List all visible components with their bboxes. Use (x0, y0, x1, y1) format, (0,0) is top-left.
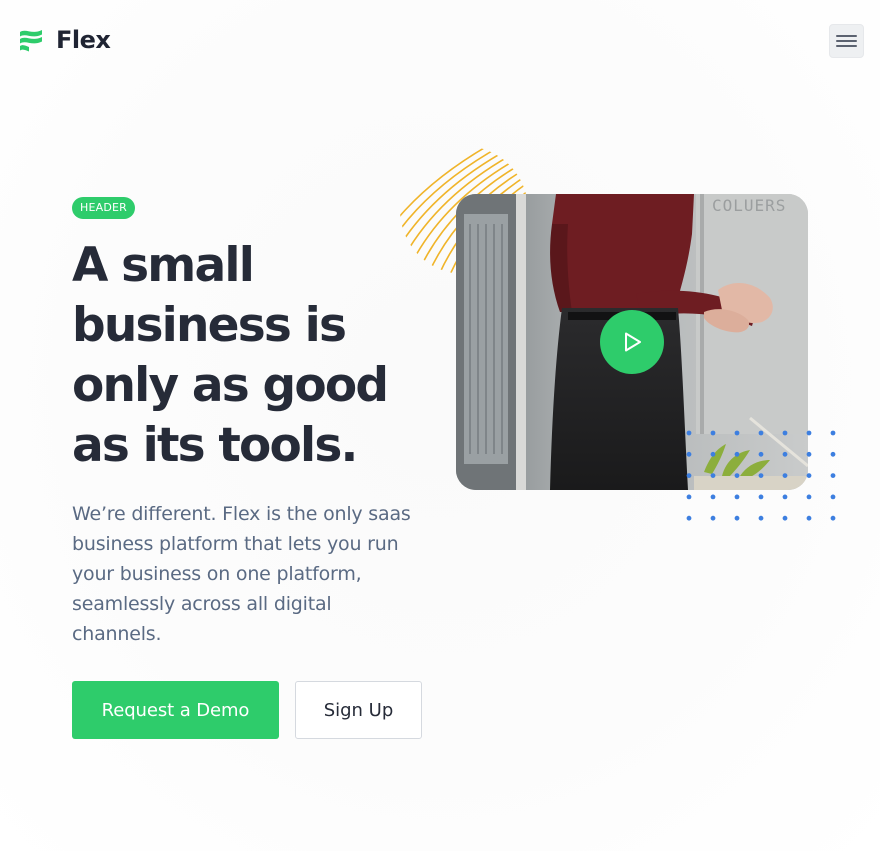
decor-dot (686, 451, 692, 457)
decor-dot (806, 451, 812, 457)
decor-dot (782, 515, 788, 521)
decor-dot (686, 430, 692, 436)
decor-dot (686, 473, 692, 478)
decor-dot (686, 515, 692, 521)
brand-logo[interactable]: Flex (18, 26, 111, 54)
decor-dot (806, 494, 812, 500)
video-watermark-text: COLUERS (712, 196, 787, 215)
decor-dot (710, 473, 716, 478)
decor-dot (710, 515, 716, 521)
decor-dot (782, 451, 788, 457)
hamburger-menu-button[interactable] (829, 24, 864, 58)
decor-dot (830, 494, 836, 500)
top-nav: Flex (0, 0, 880, 82)
decor-dot (734, 451, 740, 457)
decor-dot (758, 494, 764, 500)
decor-dot (734, 494, 740, 500)
decor-dot (782, 494, 788, 500)
decor-dot (758, 515, 764, 521)
play-icon (625, 332, 641, 352)
decor-dot (686, 494, 692, 500)
brand-name: Flex (56, 26, 111, 54)
sign-up-button[interactable]: Sign Up (295, 681, 422, 739)
decor-dot (830, 473, 836, 478)
hamburger-menu-icon (836, 35, 857, 37)
decor-dot (758, 451, 764, 457)
decor-dot (806, 473, 812, 478)
play-video-button[interactable] (600, 310, 664, 374)
decor-dot (710, 430, 716, 436)
decor-dot (806, 430, 812, 436)
decor-dot (734, 515, 740, 521)
landing-page: Flex HEADER A small business is only as … (0, 0, 880, 851)
decor-dot (782, 473, 788, 478)
decor-dot (830, 451, 836, 457)
decor-dot (758, 473, 764, 478)
hero-subtext: We’re different. Flex is the only saas b… (72, 503, 411, 645)
decor-dot (710, 451, 716, 457)
decor-dot (734, 430, 740, 436)
decorative-dot-grid (686, 430, 836, 521)
decor-dot (734, 473, 740, 478)
hero-headline: A small business is only as good as its … (72, 238, 389, 473)
decor-dot (830, 430, 836, 436)
section-badge: HEADER (72, 197, 136, 219)
decor-dot (758, 430, 764, 436)
flex-logo-icon (20, 30, 42, 52)
decor-dot (782, 430, 788, 436)
decor-dot (830, 515, 836, 521)
decor-dot (806, 515, 812, 521)
decor-dot (710, 494, 716, 500)
request-demo-button[interactable]: Request a Demo (72, 681, 279, 739)
